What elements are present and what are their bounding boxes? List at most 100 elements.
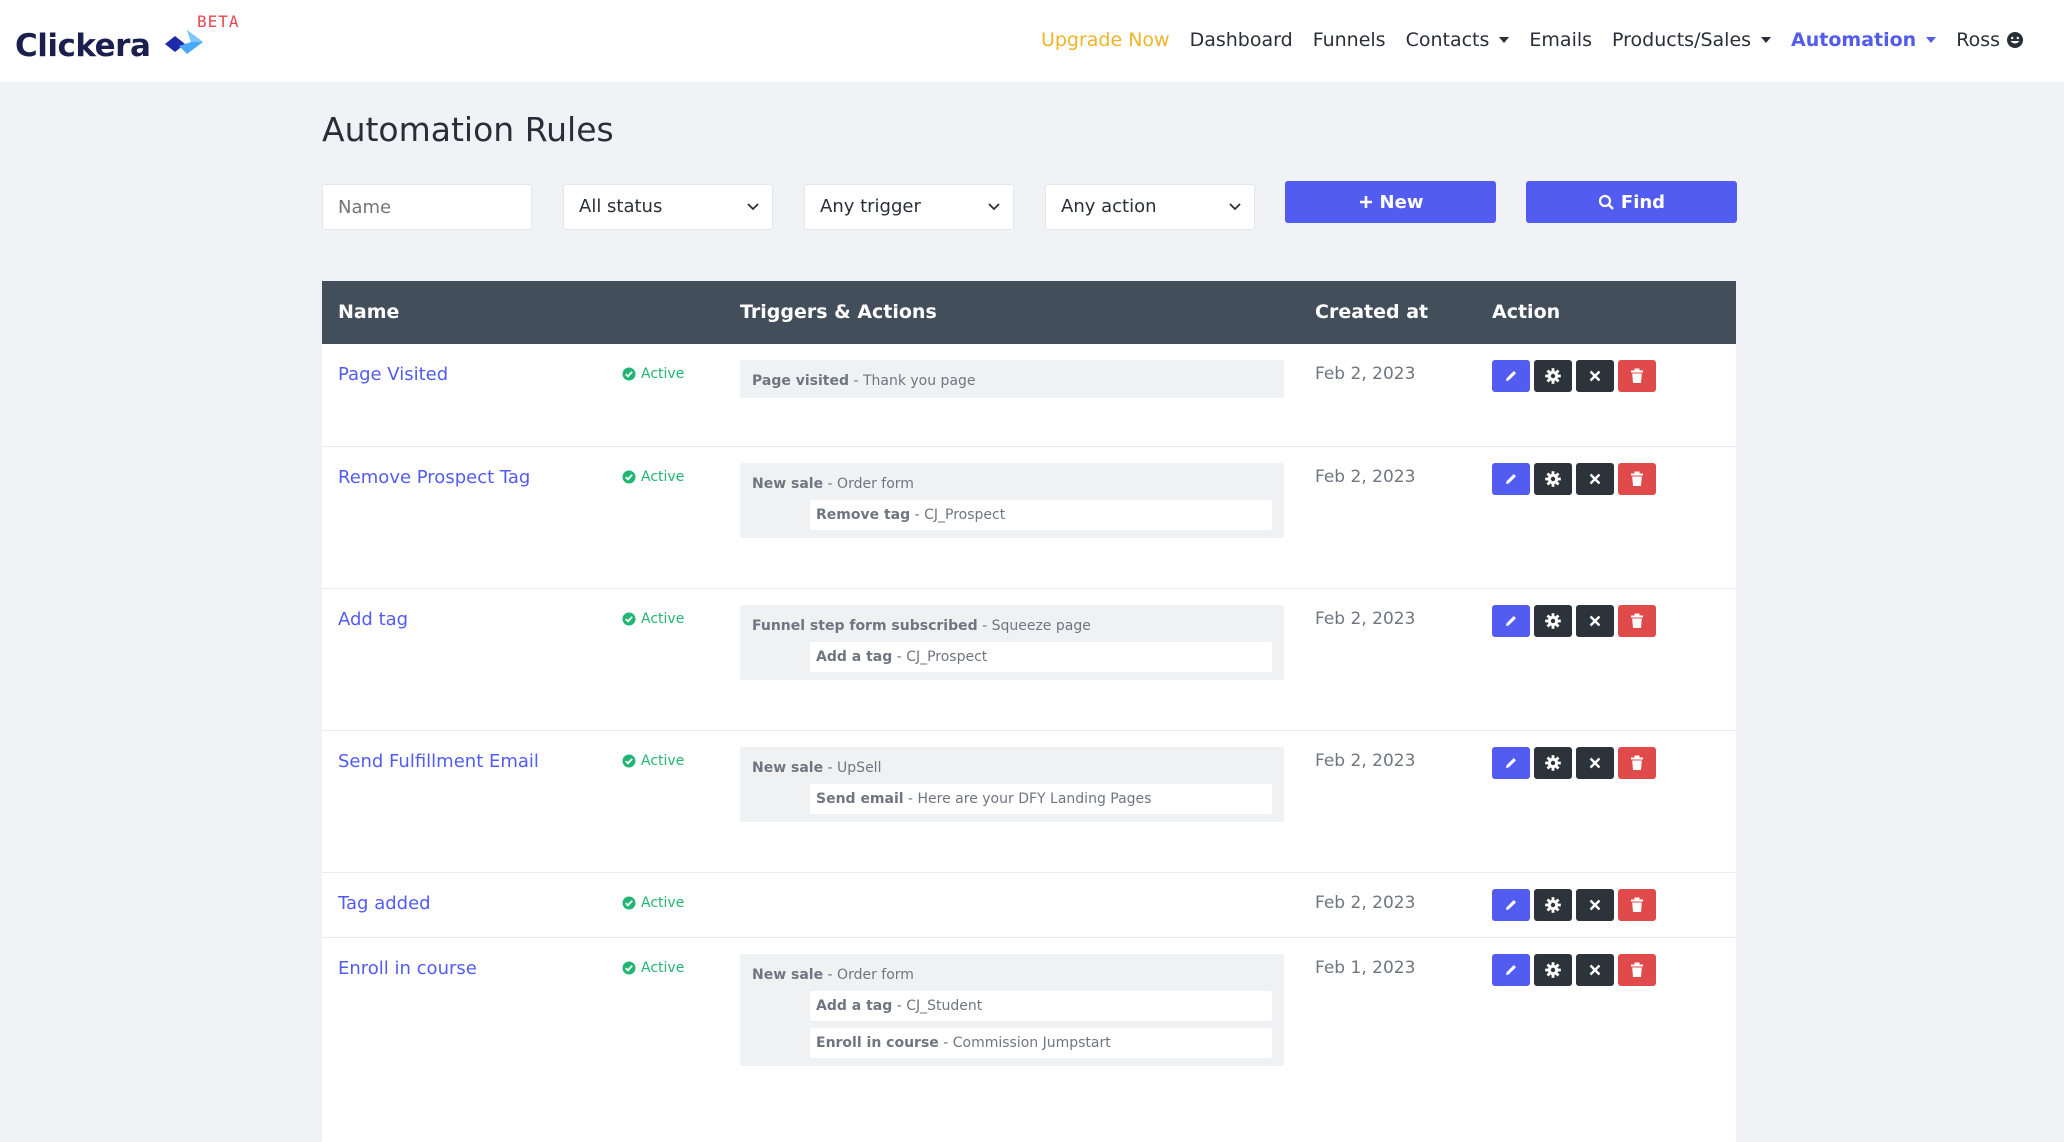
pencil-icon (1503, 471, 1519, 487)
trash-icon (1630, 755, 1644, 771)
created-date: Feb 2, 2023 (1315, 364, 1416, 384)
table-header: Name Triggers & Actions Created at Actio… (322, 281, 1736, 344)
column-header-triggers: Triggers & Actions (740, 301, 937, 323)
table-row: Enroll in course Active New sale - Order f… (322, 938, 1736, 1142)
rule-name-link[interactable]: Send Fulfillment Email (338, 751, 539, 772)
action-detail: CJ_Prospect (906, 649, 988, 665)
rule-name-link[interactable]: Page Visited (338, 364, 448, 385)
trigger-label: Page visited (752, 373, 849, 389)
table-row: Page Visited Active Page visited - Thank y… (322, 344, 1736, 447)
edit-button[interactable] (1492, 747, 1530, 779)
action-line: Remove tag - CJ_Prospect (810, 500, 1272, 530)
trigger-line: New sale - Order form (752, 967, 914, 983)
action-label: Remove tag (816, 507, 911, 523)
rule-name-link[interactable]: Add tag (338, 609, 408, 630)
action-label: Add a tag (816, 649, 893, 665)
disable-button[interactable] (1576, 360, 1614, 392)
disable-button[interactable] (1576, 605, 1614, 637)
trigger-filter-select[interactable]: Any trigger (804, 184, 1014, 230)
settings-button[interactable] (1534, 954, 1572, 986)
nav-menu: Upgrade Now Dashboard Funnels Contacts E… (1031, 22, 2034, 58)
delete-button[interactable] (1618, 360, 1656, 392)
nav-contacts-label: Contacts (1405, 29, 1490, 51)
disable-button[interactable] (1576, 954, 1614, 986)
settings-button[interactable] (1534, 747, 1572, 779)
gear-icon (1544, 470, 1562, 488)
action-line: Add a tag - CJ_Prospect (810, 642, 1272, 672)
trigger-detail: Squeeze page (991, 618, 1091, 634)
status-badge: Active (622, 611, 684, 627)
nav-emails-link[interactable]: Emails (1519, 22, 1602, 58)
delete-button[interactable] (1618, 954, 1656, 986)
smile-icon (2007, 32, 2023, 48)
nav-upgrade-link[interactable]: Upgrade Now (1031, 22, 1180, 58)
status-filter-select[interactable]: All status (563, 184, 773, 230)
find-button[interactable]: Find (1526, 181, 1737, 223)
created-date: Feb 2, 2023 (1315, 609, 1416, 629)
pencil-icon (1503, 962, 1519, 978)
rule-name-link[interactable]: Enroll in course (338, 958, 477, 979)
table-row: Send Fulfillment Email Active New sale - U… (322, 731, 1736, 873)
close-icon (1588, 756, 1602, 770)
settings-button[interactable] (1534, 889, 1572, 921)
disable-button[interactable] (1576, 889, 1614, 921)
settings-button[interactable] (1534, 463, 1572, 495)
trigger-line: Funnel step form subscribed - Squeeze pa… (752, 618, 1091, 634)
status-badge: Active (622, 895, 684, 911)
settings-button[interactable] (1534, 360, 1572, 392)
delete-button[interactable] (1618, 747, 1656, 779)
brand-logo[interactable]: Clickera (15, 26, 203, 66)
action-filter-select[interactable]: Any action (1045, 184, 1255, 230)
chevron-down-icon (1761, 37, 1772, 43)
row-actions (1492, 605, 1656, 637)
edit-button[interactable] (1492, 463, 1530, 495)
find-label: Find (1620, 191, 1666, 213)
trash-icon (1630, 471, 1644, 487)
name-filter-input[interactable] (322, 184, 532, 230)
nav-products-dropdown[interactable]: Products/Sales (1602, 22, 1781, 58)
nav-dashboard-link[interactable]: Dashboard (1180, 22, 1303, 58)
nav-contacts-dropdown[interactable]: Contacts (1396, 22, 1520, 58)
chevron-down-icon (1229, 203, 1241, 211)
edit-button[interactable] (1492, 605, 1530, 637)
trigger-line: New sale - Order form (752, 476, 914, 492)
edit-button[interactable] (1492, 954, 1530, 986)
trigger-detail: UpSell (837, 760, 882, 776)
check-circle-icon (622, 367, 641, 381)
settings-button[interactable] (1534, 605, 1572, 637)
row-actions (1492, 889, 1656, 921)
edit-button[interactable] (1492, 360, 1530, 392)
gear-icon (1544, 896, 1562, 914)
close-icon (1588, 369, 1602, 383)
status-label: Active (641, 895, 685, 911)
status-label: Active (641, 960, 685, 976)
disable-button[interactable] (1576, 463, 1614, 495)
action-detail: Here are your DFY Landing Pages (917, 791, 1152, 807)
gear-icon (1544, 754, 1562, 772)
nav-funnels-link[interactable]: Funnels (1303, 22, 1396, 58)
trash-icon (1630, 613, 1644, 629)
brand-name: Clickera (15, 28, 151, 64)
pencil-icon (1503, 613, 1519, 629)
row-actions (1492, 360, 1656, 392)
rule-name-link[interactable]: Tag added (338, 893, 431, 914)
status-label: Active (641, 753, 685, 769)
trigger-label: New sale (752, 760, 824, 776)
new-rule-button[interactable]: New (1285, 181, 1496, 223)
nav-automation-dropdown[interactable]: Automation (1781, 22, 1946, 58)
nav-user-menu[interactable]: Ross (1946, 22, 2034, 58)
pencil-icon (1503, 897, 1519, 913)
delete-button[interactable] (1618, 463, 1656, 495)
action-detail: CJ_Prospect (924, 507, 1006, 523)
gear-icon (1544, 612, 1562, 630)
delete-button[interactable] (1618, 605, 1656, 637)
trigger-detail: Thank you page (862, 373, 976, 389)
action-detail: CJ_Student (906, 998, 983, 1014)
rule-name-link[interactable]: Remove Prospect Tag (338, 467, 530, 488)
column-header-name: Name (338, 301, 400, 323)
table-row: Add tag Active Funnel step form subscribed… (322, 589, 1736, 731)
edit-button[interactable] (1492, 889, 1530, 921)
delete-button[interactable] (1618, 889, 1656, 921)
row-actions (1492, 747, 1656, 779)
disable-button[interactable] (1576, 747, 1614, 779)
